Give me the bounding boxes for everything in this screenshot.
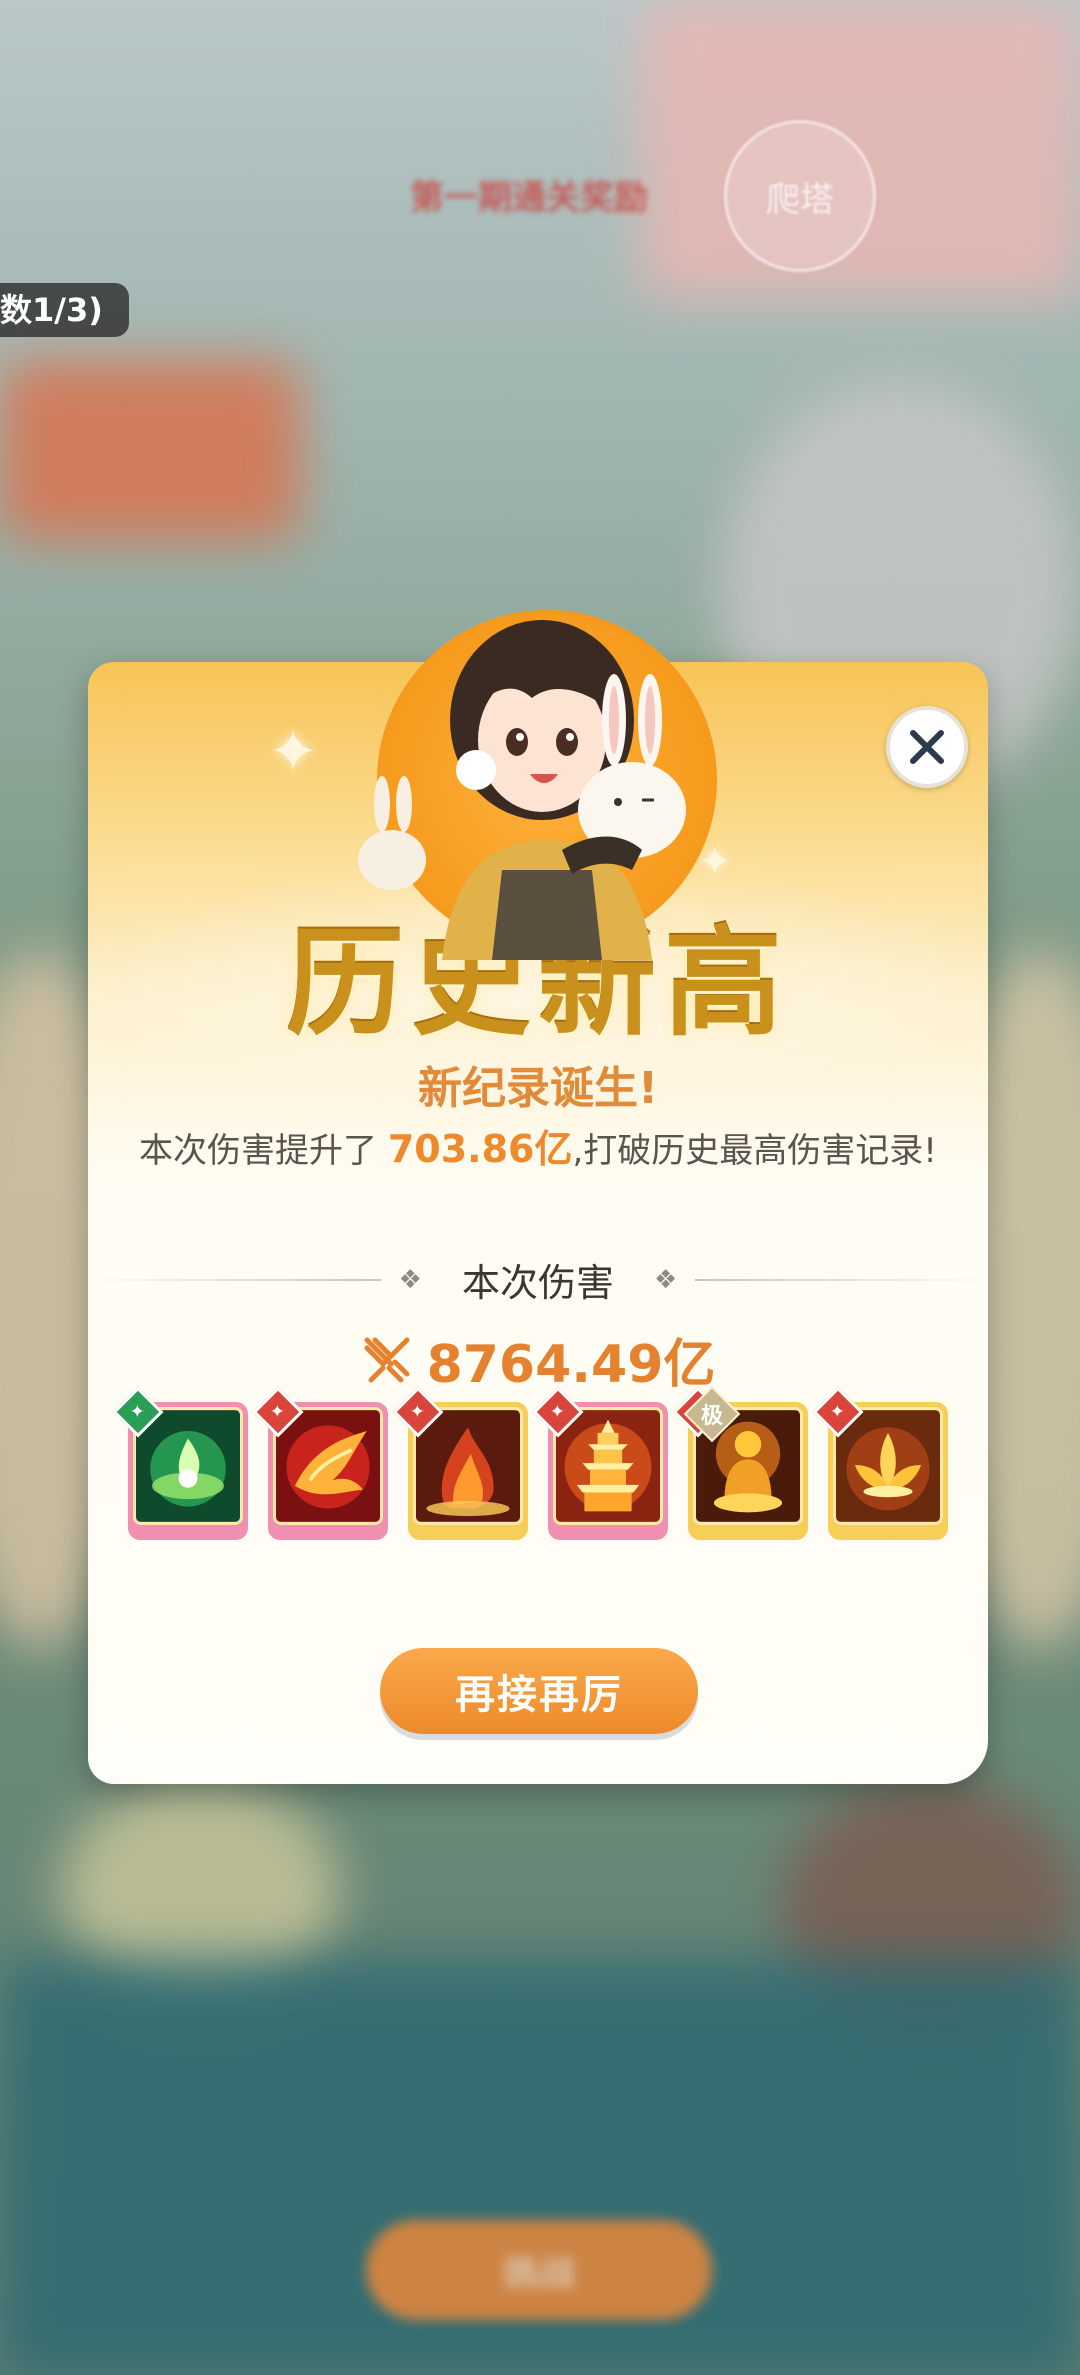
damage-value: 8764.49亿: [426, 1335, 716, 1395]
keep-going-button[interactable]: 再接再厉: [380, 1648, 698, 1734]
diamond-icon: ❖: [398, 1264, 422, 1295]
challenge-button[interactable]: 挑战: [366, 2220, 712, 2320]
skill-card-fire-pagoda[interactable]: ✦: [532, 1386, 668, 1540]
skill-card-fire-phoenix[interactable]: ✦: [252, 1386, 388, 1540]
close-button[interactable]: [886, 706, 968, 788]
climb-tower-button[interactable]: 爬塔: [724, 120, 876, 272]
attempt-count-chip: 数1/3): [0, 283, 129, 337]
skill-card-golden-lotus[interactable]: ✦: [812, 1386, 948, 1540]
section-label: 本次伤害: [461, 1261, 614, 1305]
crossed-swords-icon: [364, 1337, 410, 1382]
diamond-icon: ❖: [654, 1264, 678, 1295]
desc-prefix: 本次伤害提升了: [139, 1131, 388, 1171]
sparkle-icon: ✦: [268, 717, 319, 787]
skill-card-golden-buddha[interactable]: ✦ 极: [672, 1385, 808, 1540]
damage-total: 8764.49亿: [88, 1322, 988, 1397]
subheadline: 新纪录诞生!: [417, 1063, 659, 1114]
girl-with-rabbits-icon: [358, 610, 717, 960]
skill-card-green-flame[interactable]: ✦: [112, 1386, 248, 1540]
skill-list: ✦ ✦ ✦ ✦ 极 ✦: [112, 1385, 948, 1542]
character-portrait: [352, 570, 742, 960]
skill-card-fire-spirit[interactable]: ✦: [392, 1386, 528, 1540]
divider: [695, 1278, 986, 1281]
event-title: 第一期通关奖励: [410, 178, 648, 218]
record-description: 本次伤害提升了 703.86亿,打破历史最高伤害记录!: [88, 1118, 988, 1173]
desc-suffix: ,打破历史最高伤害记录!: [572, 1131, 937, 1171]
bg-banner: [0, 360, 300, 540]
close-icon: [910, 730, 944, 764]
section-header: ❖ 本次伤害 ❖: [88, 1252, 988, 1307]
damage-increase: 703.86亿: [387, 1127, 573, 1171]
divider: [90, 1278, 381, 1281]
